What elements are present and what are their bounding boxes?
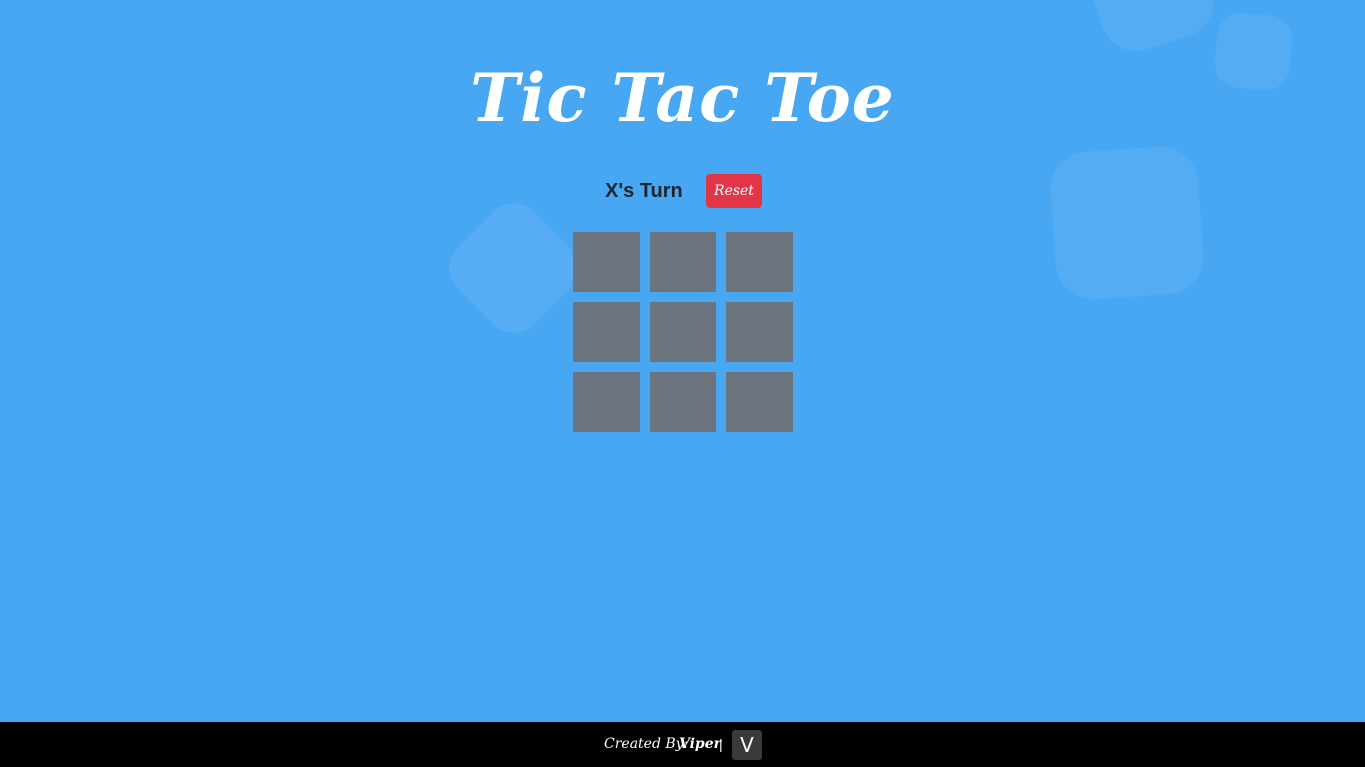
game-board: [573, 232, 793, 432]
credit-label: Created By:: [604, 736, 689, 752]
board-cell-5[interactable]: [650, 302, 716, 362]
turn-indicator: X's Turn: [605, 180, 683, 202]
author-logo-icon[interactable]: V: [732, 730, 762, 760]
reset-button[interactable]: Reset: [706, 174, 762, 208]
footer: Created By: Viper | V: [0, 722, 1365, 767]
page-title: Tic Tac Toe: [470, 59, 895, 137]
board-cell-4[interactable]: [573, 302, 640, 362]
board-cell-8[interactable]: [650, 372, 716, 432]
background-shape: [1048, 144, 1206, 302]
author-name: Viper: [679, 736, 722, 752]
board-cell-3[interactable]: [726, 232, 793, 292]
background-shape: [1082, 0, 1223, 61]
status-row: X's Turn Reset: [0, 174, 1365, 208]
board-cell-9[interactable]: [726, 372, 793, 432]
board-cell-6[interactable]: [726, 302, 793, 362]
board-cell-7[interactable]: [573, 372, 640, 432]
board-cell-1[interactable]: [573, 232, 640, 292]
footer-separator: |: [719, 736, 723, 752]
board-cell-2[interactable]: [650, 232, 716, 292]
background-shape: [437, 191, 591, 345]
